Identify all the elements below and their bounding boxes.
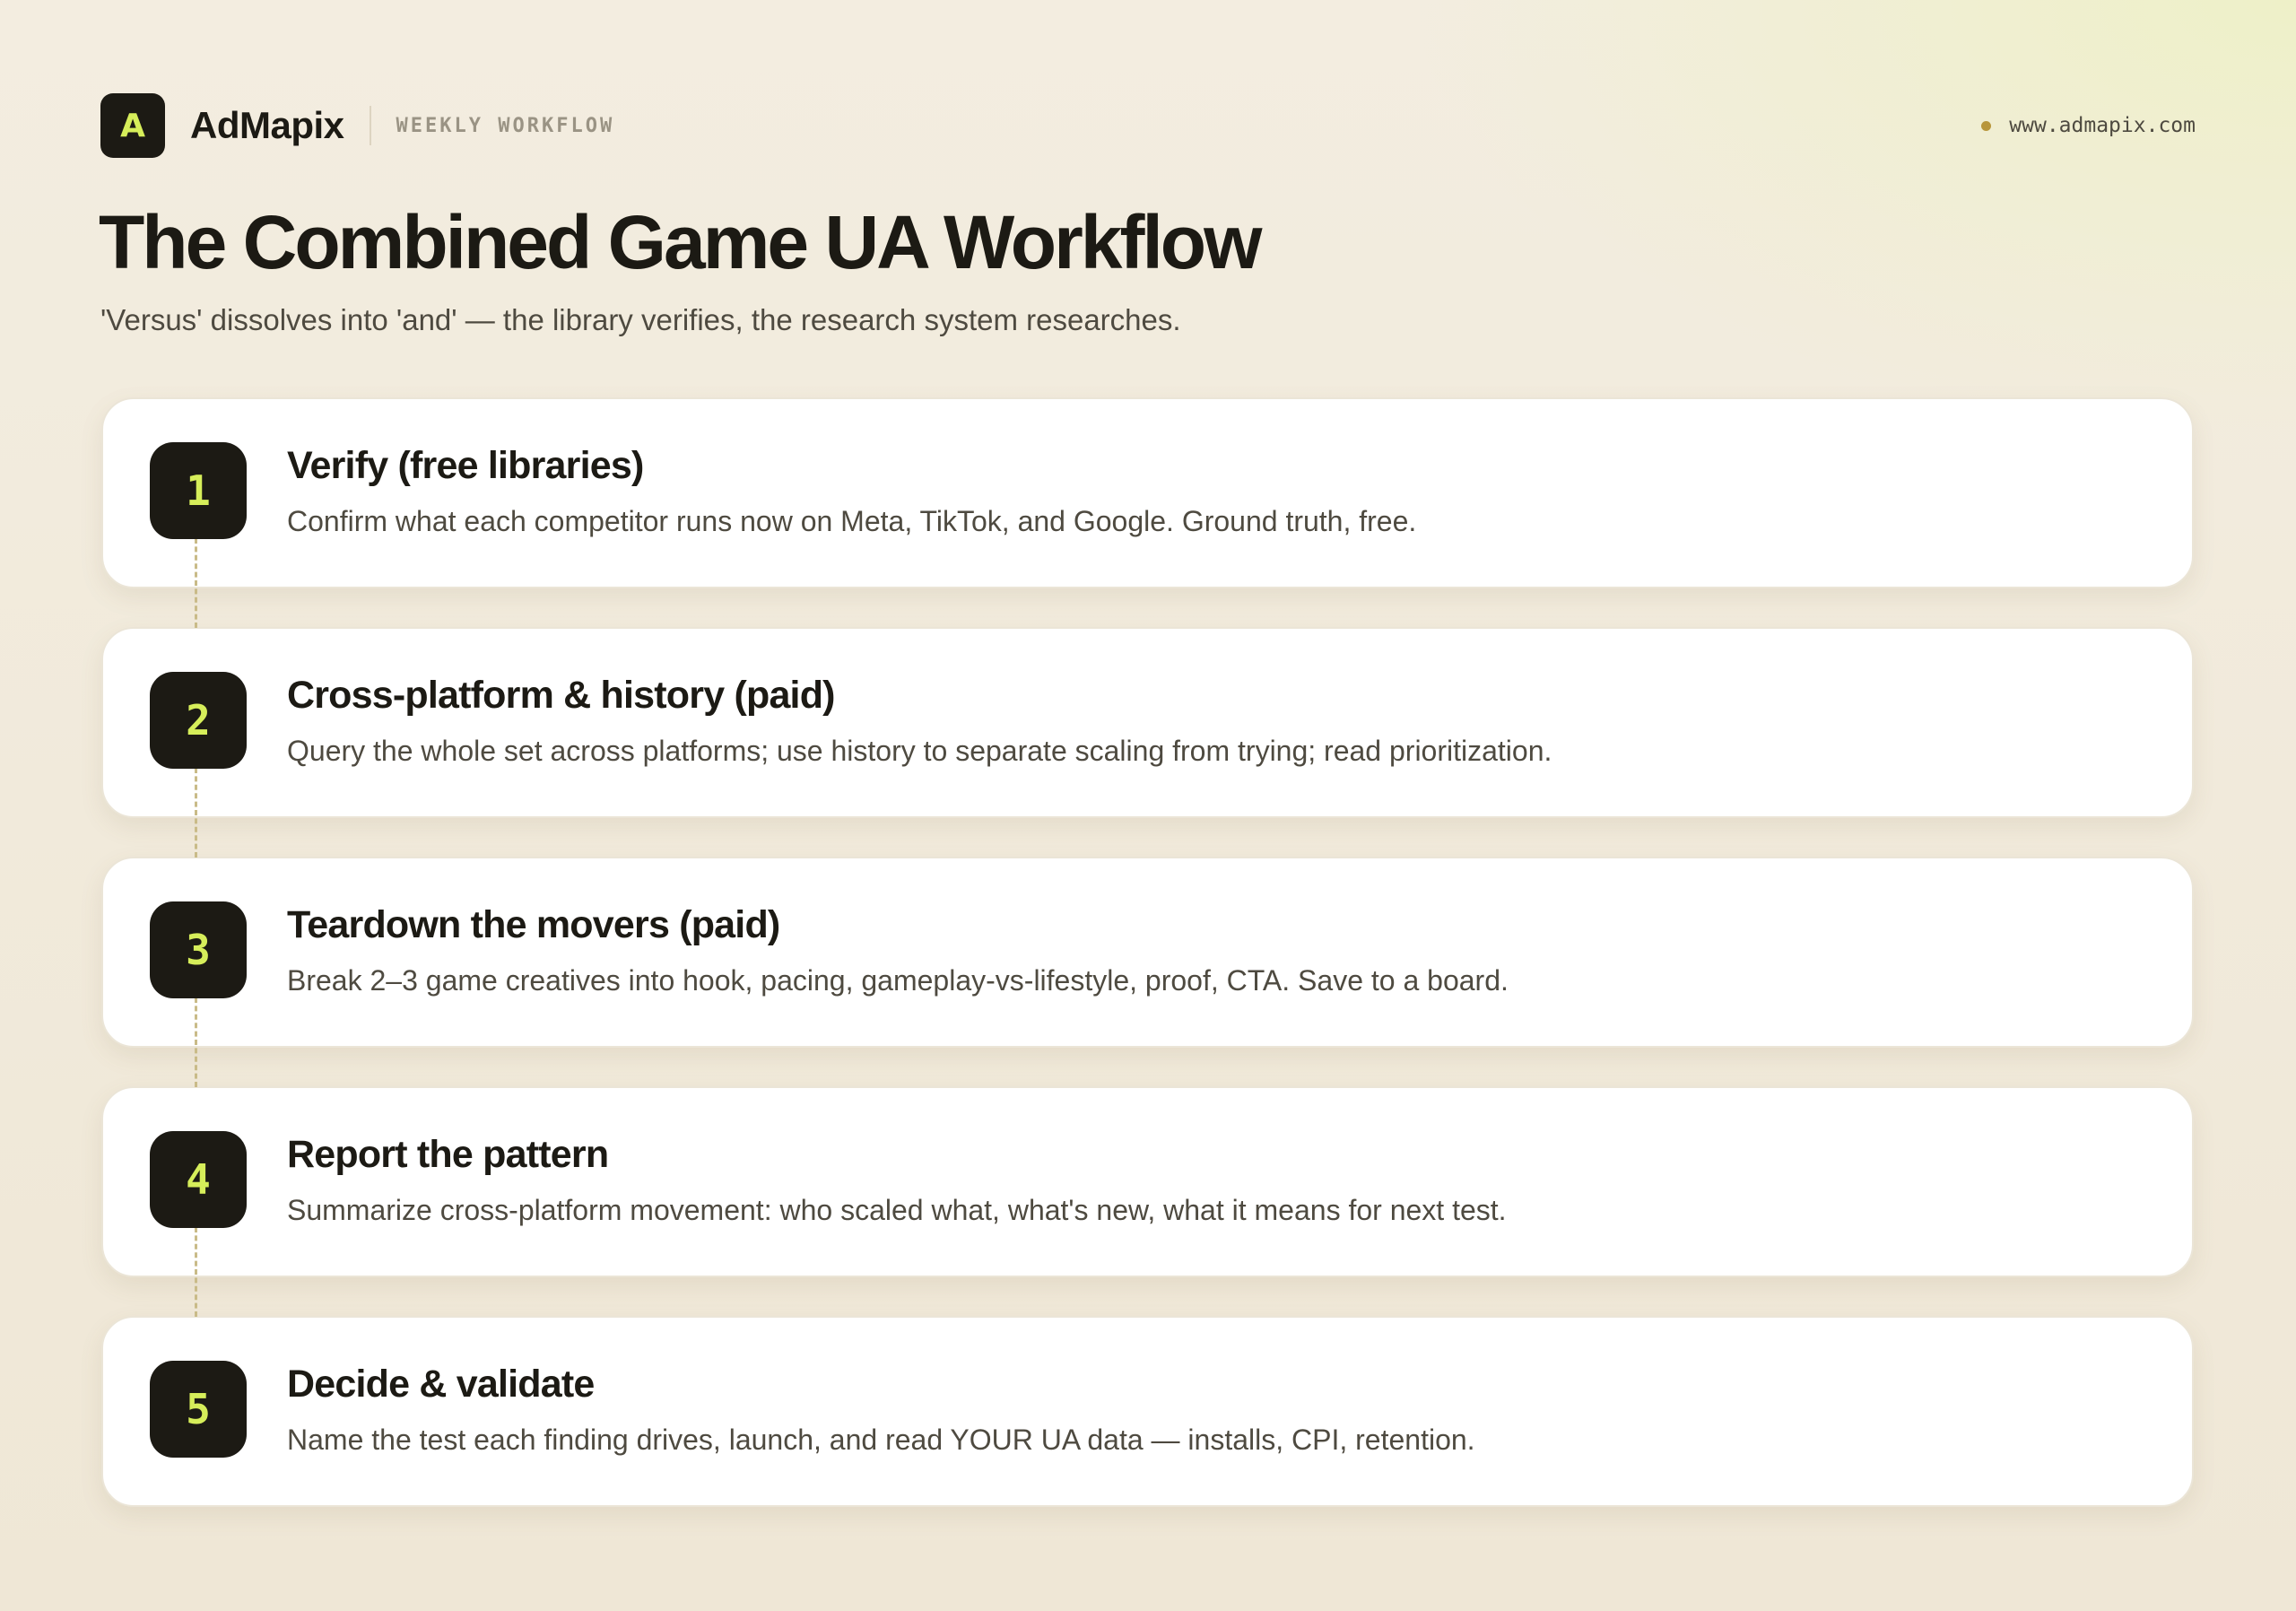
step-number-badge: 3 [150,901,247,998]
step-number-badge: 1 [150,442,247,539]
step-title: Report the pattern [287,1133,609,1176]
step-card-5: 5 Decide & validate Name the test each f… [101,1316,2194,1507]
step-card-2: 2 Cross-platform & history (paid) Query … [101,627,2194,858]
step-connector [195,1227,197,1317]
header: A AdMapix WEEKLY WORKFLOW www.admapix.co… [100,92,2196,159]
step-number-badge: 5 [150,1361,247,1458]
step-description: Query the whole set across platforms; us… [287,735,1552,767]
logo-letter: A [120,107,145,144]
page-title: The Combined Game UA Workflow [99,200,1262,284]
workflow-steps: 1 Verify (free libraries) Confirm what e… [101,397,2194,1507]
step-description: Name the test each finding drives, launc… [287,1424,1475,1456]
brand-name: AdMapix [190,104,344,146]
step-description: Summarize cross-platform movement: who s… [287,1194,1507,1226]
step-connector [195,768,197,858]
header-tag: WEEKLY WORKFLOW [396,114,615,137]
logo-mark: A [100,93,165,158]
step-card-3: 3 Teardown the movers (paid) Break 2–3 g… [101,857,2194,1087]
step-description: Confirm what each competitor runs now on… [287,505,1417,537]
step-connector [195,538,197,628]
step-card-4: 4 Report the pattern Summarize cross-pla… [101,1086,2194,1317]
page-subtitle: 'Versus' dissolves into 'and' — the libr… [100,303,1181,336]
step-title: Cross-platform & history (paid) [287,674,836,717]
header-divider [369,106,371,145]
step-connector [195,997,197,1087]
site-url[interactable]: www.admapix.com [2009,114,2196,137]
step-title: Verify (free libraries) [287,444,644,487]
header-url-group: www.admapix.com [1981,114,2196,137]
dot-icon [1981,120,1992,131]
step-title: Decide & validate [287,1363,595,1406]
step-description: Break 2–3 game creatives into hook, paci… [287,964,1509,997]
step-title: Teardown the movers (paid) [287,903,780,946]
step-number-badge: 2 [150,672,247,769]
step-number-badge: 4 [150,1131,247,1228]
step-card-1: 1 Verify (free libraries) Confirm what e… [101,397,2194,628]
